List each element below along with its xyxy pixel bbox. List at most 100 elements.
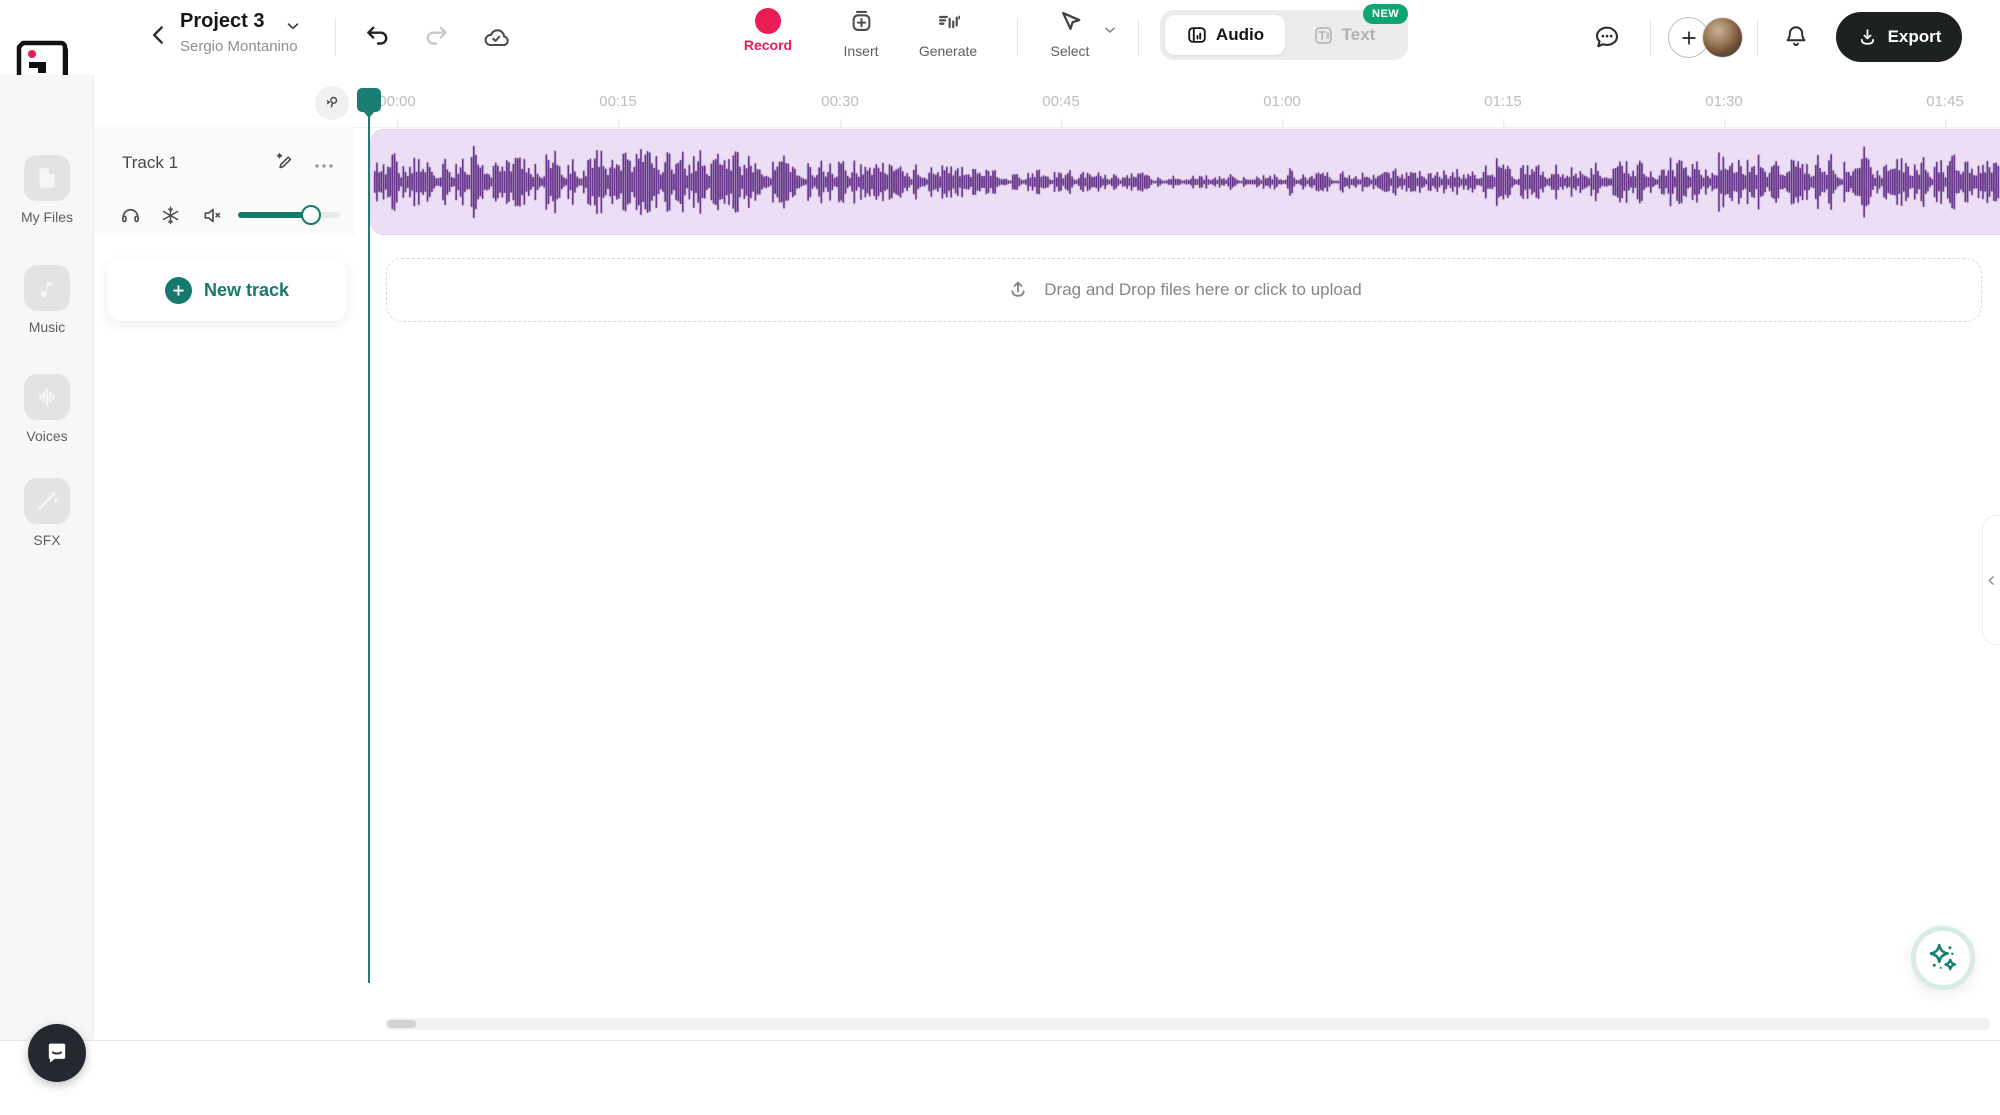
sidebar-item-sfx[interactable]: SFX	[0, 478, 94, 548]
track-more-button[interactable]	[312, 154, 336, 181]
cloud-sync-button[interactable]	[482, 24, 510, 52]
notifications-button[interactable]	[1782, 22, 1810, 50]
track-name[interactable]: Track 1	[122, 153, 178, 173]
sfx-icon	[24, 478, 70, 524]
export-label: Export	[1887, 27, 1942, 46]
snowflake-icon	[162, 206, 179, 225]
chat-dots-icon	[1595, 26, 1619, 48]
header: Project 3 Sergio Montanino Record Insert…	[94, 0, 2000, 75]
magic-pencil-icon	[276, 153, 292, 169]
new-track-button[interactable]: New track	[107, 259, 347, 321]
comments-button[interactable]	[1592, 22, 1622, 52]
undo-button[interactable]	[364, 24, 390, 50]
app-root: My Files Music Voices SFX Project 3 Serg…	[0, 0, 2000, 1115]
time-tick: 00:30	[821, 93, 859, 127]
audio-label: Audio	[1215, 25, 1265, 44]
undo-icon	[367, 26, 388, 45]
sidebar-item-label: Voices	[26, 428, 68, 444]
dropzone-label: Drag and Drop files here or click to upl…	[1044, 280, 1362, 299]
divider	[1650, 18, 1651, 56]
project-owner: Sergio Montanino	[180, 38, 298, 55]
time-tick: 00:15	[599, 93, 637, 127]
marker-pin-button[interactable]	[315, 86, 349, 120]
time-tick: 01:15	[1484, 93, 1522, 127]
time-tick: 01:00	[1263, 93, 1301, 127]
back-button[interactable]	[146, 22, 172, 48]
speaker-mute-icon	[204, 208, 221, 223]
divider	[1138, 18, 1139, 56]
headphones-icon	[122, 209, 139, 223]
sidebar-item-label: My Files	[20, 209, 74, 225]
track-freeze-button[interactable]	[159, 204, 182, 230]
plus-icon	[1681, 30, 1696, 45]
sidebar: My Files Music Voices SFX	[0, 75, 94, 1040]
audio-icon	[1188, 27, 1206, 43]
voices-icon	[24, 374, 70, 420]
time-tick: 00:45	[1042, 93, 1080, 127]
time-tick: 01:30	[1705, 93, 1743, 127]
chevron-left-icon	[152, 26, 163, 44]
track-magic-edit-button[interactable]	[272, 149, 296, 176]
playhead-handle[interactable]	[357, 88, 381, 118]
select-button[interactable]: Select	[1034, 8, 1106, 59]
audio-clip-waveform[interactable]	[370, 129, 2000, 235]
generate-button[interactable]: Generate	[912, 8, 984, 59]
chevron-left-icon	[1988, 575, 1994, 585]
user-avatar[interactable]	[1702, 17, 1743, 58]
my-files-icon	[24, 155, 70, 201]
select-cursor-icon	[1061, 11, 1080, 30]
support-chat-button[interactable]	[28, 1024, 86, 1082]
mode-text-tab[interactable]: Text	[1285, 25, 1403, 46]
divider	[1017, 18, 1018, 56]
cloud-check-icon	[484, 29, 509, 47]
upload-dropzone[interactable]: Drag and Drop files here or click to upl…	[386, 258, 1982, 322]
text-label: Text	[1341, 25, 1376, 44]
insert-label: Insert	[843, 43, 879, 59]
new-track-label: New track	[203, 279, 290, 300]
track-volume-slider[interactable]	[238, 205, 340, 225]
sidebar-item-music[interactable]: Music	[0, 265, 94, 335]
bottom-bar: 0:00:00.00 / 0:06:58.02	[0, 1040, 2000, 1115]
pin-icon	[326, 96, 338, 108]
divider	[1757, 18, 1758, 56]
track-solo-button[interactable]	[119, 204, 142, 230]
record-label: Record	[743, 37, 793, 53]
export-button[interactable]: Export	[1836, 12, 1962, 62]
sparkles-icon	[1929, 943, 1957, 971]
redo-icon	[426, 26, 447, 45]
panel-collapse-tab[interactable]	[1982, 515, 2000, 645]
redo-button[interactable]	[424, 24, 450, 50]
generate-icon	[938, 15, 960, 29]
new-badge: NEW	[1363, 4, 1409, 24]
ai-assistant-button[interactable]	[1911, 926, 1975, 990]
project-chevron-down-icon[interactable]	[284, 17, 302, 40]
time-tick: 01:45	[1926, 93, 1964, 127]
insert-icon	[852, 10, 870, 31]
dots-horizontal-icon	[315, 164, 333, 168]
upload-icon	[1011, 281, 1025, 297]
generate-label: Generate	[918, 43, 978, 59]
playhead-line	[368, 100, 370, 983]
sidebar-item-my-files[interactable]: My Files	[0, 155, 94, 225]
scrollbar-thumb[interactable]	[387, 1020, 416, 1028]
record-dot-icon	[755, 8, 781, 34]
sidebar-item-label: SFX	[33, 532, 61, 548]
text-icon	[1314, 26, 1332, 44]
ruler-divider	[94, 127, 2000, 128]
plus-circle-icon	[164, 276, 192, 304]
select-label: Select	[1050, 43, 1090, 59]
select-chevron-down-icon[interactable]	[1102, 22, 1118, 38]
record-button[interactable]: Record	[732, 8, 804, 53]
mode-audio-tab[interactable]: Audio	[1165, 15, 1285, 55]
sidebar-item-voices[interactable]: Voices	[0, 374, 94, 444]
timeline-scrollbar[interactable]	[385, 1018, 1990, 1030]
insert-button[interactable]: Insert	[825, 8, 897, 59]
volume-handle[interactable]	[301, 205, 321, 225]
track-mute-button[interactable]	[201, 204, 224, 230]
chat-smile-icon	[48, 1043, 66, 1063]
download-icon	[1860, 28, 1874, 45]
project-title[interactable]: Project 3	[180, 10, 264, 33]
music-icon	[24, 265, 70, 311]
divider	[335, 18, 336, 56]
sidebar-item-label: Music	[28, 319, 66, 335]
